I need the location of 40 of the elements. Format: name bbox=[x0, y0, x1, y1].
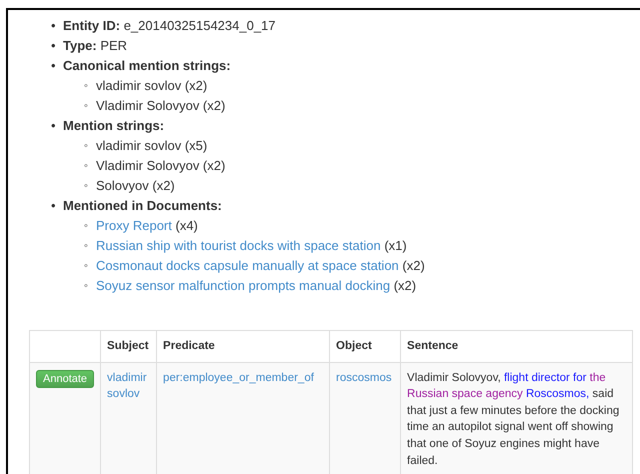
mention-text: vladimir sovlov (x2) bbox=[96, 78, 208, 93]
document-link[interactable]: Proxy Report bbox=[96, 218, 172, 233]
bullet-text: ◦ bbox=[84, 279, 89, 294]
bullet-text: ◦ bbox=[84, 159, 89, 174]
count-text: (x4) bbox=[176, 218, 198, 233]
count-text: (x2) bbox=[402, 258, 425, 273]
column-header: Predicate bbox=[163, 340, 215, 352]
document-link[interactable]: Soyuz sensor malfunction prompts manual docking bbox=[96, 278, 390, 293]
annotate-button[interactable]: Annotate bbox=[36, 370, 94, 388]
bullet-text: ◦ bbox=[84, 79, 89, 94]
bullet-text: ◦ bbox=[84, 219, 89, 234]
column-header: Object bbox=[336, 340, 372, 352]
predicate-link[interactable]: per:employee_or_member_of bbox=[163, 372, 314, 384]
bullet-text: • bbox=[51, 17, 57, 35]
count-text: (x1) bbox=[384, 238, 407, 253]
entity-field: Type: PER bbox=[63, 38, 128, 53]
bullet-text: ◦ bbox=[84, 179, 89, 194]
entity-field: Entity ID: e_20140325154234_0_17 bbox=[63, 18, 276, 33]
bullet-text: ◦ bbox=[84, 139, 89, 154]
bullet-text: • bbox=[51, 57, 57, 75]
entity-field: Mentioned in Documents: bbox=[63, 198, 222, 213]
mention-text: vladimir sovlov (x5) bbox=[96, 138, 208, 153]
entity-field: Mention strings: bbox=[63, 118, 164, 133]
sentence-text: Vladimir Solovyov, flight director for the Russian space agency Roscosmos, said that just a few minutes before the docking time an autopilot signal went off showing that one of Soyuz engines might have failed. bbox=[407, 370, 620, 469]
count-text: (x2) bbox=[394, 278, 416, 293]
bullet-text: • bbox=[51, 117, 57, 135]
document-link[interactable]: Russian ship with tourist docks with space station bbox=[96, 238, 381, 253]
mention-text: Vladimir Solovyov (x2) bbox=[96, 158, 226, 173]
mention-text: Solovyov (x2) bbox=[96, 178, 175, 193]
entity-field: Canonical mention strings: bbox=[63, 58, 231, 73]
bullet-text: ◦ bbox=[84, 239, 89, 254]
document-link[interactable]: Cosmonaut docks capsule manually at space station bbox=[96, 258, 399, 273]
mention-text: Vladimir Solovyov (x2) bbox=[96, 98, 226, 113]
column-header: Subject bbox=[107, 340, 149, 352]
bullet-text: ◦ bbox=[84, 99, 89, 114]
bullet-text: • bbox=[51, 197, 57, 215]
column-header: Sentence bbox=[407, 340, 458, 352]
bullet-text: • bbox=[51, 37, 57, 55]
object-link[interactable]: roscosmos bbox=[336, 372, 392, 384]
bullet-text: ◦ bbox=[84, 259, 89, 274]
